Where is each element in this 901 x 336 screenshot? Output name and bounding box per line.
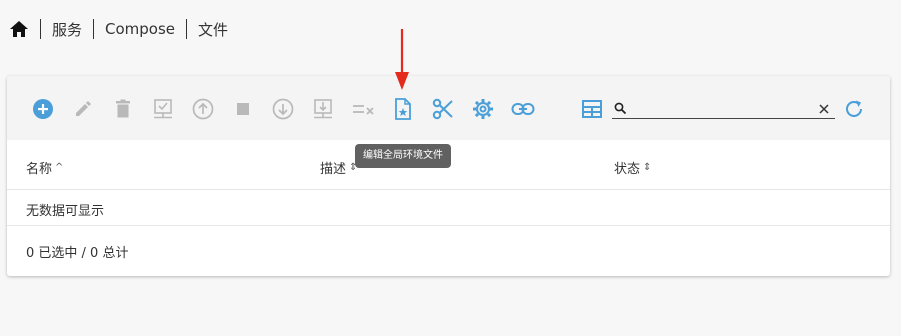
files-panel: 编辑全局环境文件 名称 ^ 描述 ⇕ 状态 ⇕ 无数据可显示 0 已选中 / 0… [7,76,890,276]
column-header-description[interactable]: 描述 ⇕ [320,158,357,177]
settings-button[interactable] [468,96,498,122]
sort-icon: ⇕ [643,162,652,173]
stop-square-icon [237,103,249,115]
refresh-icon [846,100,862,117]
arrow-up-circle-icon [192,98,214,120]
column-header-status[interactable]: 状态 ⇕ [614,158,651,177]
empty-table-message: 无数据可显示 [26,204,105,219]
tooltip: 编辑全局环境文件 [355,144,451,168]
column-header-label: 名称 [26,162,53,177]
breadcrumb-item-services[interactable]: 服务 [52,19,82,40]
add-button[interactable] [28,96,58,122]
download-button[interactable] [308,96,338,122]
breadcrumb-separator [93,19,95,39]
gear-icon [473,99,493,119]
refresh-button[interactable] [839,96,869,122]
pencil-icon [76,101,91,116]
divider [7,189,890,190]
column-header-label: 描述 [320,162,347,177]
stop-button[interactable] [228,96,258,122]
pull-button[interactable] [268,96,298,122]
file-star-icon [395,98,411,120]
breadcrumb-item-files: 文件 [198,20,229,39]
view-toggle-button[interactable] [577,96,607,122]
breadcrumb-separator [40,19,41,39]
start-button[interactable] [188,96,218,122]
cut-button[interactable] [428,96,458,122]
table-grid-icon [582,100,602,118]
breadcrumb-item-compose[interactable]: Compose [105,20,175,38]
list-x-icon [353,105,374,115]
clear-button[interactable] [348,96,378,122]
trash-icon [116,99,130,118]
monitor-check-icon [154,99,172,119]
search-input[interactable] [632,98,812,116]
selection-summary: 0 已选中 / 0 总计 [26,246,129,261]
plus-circle-icon [33,99,53,119]
breadcrumb-separator [186,19,188,39]
annotation-arrow-icon [393,28,411,96]
breadcrumb: 服务 Compose 文件 [9,16,228,42]
toolbar [7,76,890,140]
scissors-icon [432,98,453,120]
clear-search-icon[interactable] [818,100,830,119]
divider [7,225,890,226]
edit-button[interactable] [68,96,98,122]
link-button[interactable] [508,96,538,122]
edit-global-env-file-button[interactable] [388,96,418,122]
sort-ascending-icon: ^ [55,162,64,173]
arrow-down-circle-icon [272,98,294,120]
link-icon [511,103,535,115]
search-box [612,97,835,119]
search-icon [614,100,627,119]
home-icon[interactable] [9,19,29,39]
deploy-button[interactable] [148,96,178,122]
column-header-name[interactable]: 名称 ^ [26,158,63,177]
download-tray-icon [314,99,332,119]
column-header-label: 状态 [614,162,641,177]
delete-button[interactable] [108,96,138,122]
